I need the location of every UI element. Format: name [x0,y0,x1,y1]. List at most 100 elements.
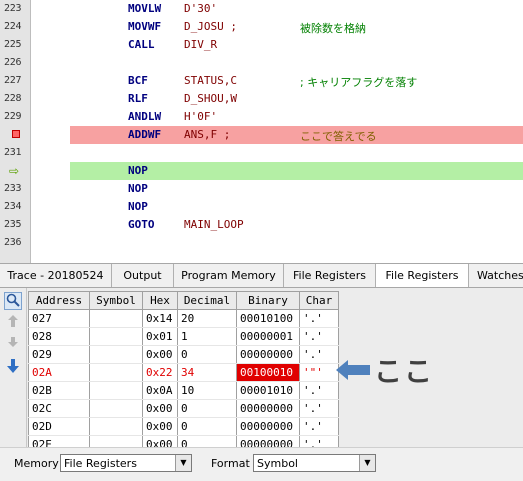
tab-file-registers[interactable]: File Registers [284,264,376,287]
table-row[interactable]: 029 0x00 0 00000000 '.' [28,345,339,364]
code-editor[interactable]: 223 MOVLW D'30' 224 MOVWF D_JOSU ; 被除数を格… [0,0,523,263]
current-line[interactable]: ⇨ NOP [0,162,523,180]
column-header-symbol[interactable]: Symbol [89,291,143,310]
chevron-down-icon[interactable]: ▼ [175,455,191,471]
cell-binary[interactable]: 00000000 [236,399,300,418]
line-gutter: 235 [0,216,31,234]
line-gutter [0,252,31,263]
cell-decimal[interactable]: 0 [177,417,237,436]
cell-address: 02A [28,363,90,382]
code-line[interactable]: 231 [0,144,523,162]
line-number: 224 [4,21,22,32]
cell-decimal[interactable]: 34 [177,363,237,382]
cell-binary[interactable]: 00001010 [236,381,300,400]
format-select[interactable]: Symbol ▼ [253,454,376,472]
code-comment: ここで答えでる [300,130,377,143]
code-line[interactable]: 235 GOTO MAIN_LOOP [0,216,523,234]
cell-hex[interactable]: 0x00 [142,417,178,436]
cell-decimal[interactable]: 1 [177,327,237,346]
code-line[interactable]: 236 [0,234,523,252]
table-row[interactable]: 02D 0x00 0 00000000 '.' [28,417,339,436]
table-row[interactable]: 02C 0x00 0 00000000 '.' [28,399,339,418]
cell-decimal[interactable]: 0 [177,399,237,418]
cell-binary[interactable]: 00000000 [236,417,300,436]
cell-decimal[interactable]: 20 [177,309,237,328]
cell-binary-selected[interactable]: 00100010 [236,363,300,382]
cell-char[interactable]: '.' [299,345,339,364]
tab-output[interactable]: Output [112,264,174,287]
code-line[interactable]: 224 MOVWF D_JOSU ; 被除数を格納 [0,18,523,36]
column-header-char[interactable]: Char [299,291,339,310]
memory-select[interactable]: File Registers ▼ [60,454,192,472]
column-header-binary[interactable]: Binary [236,291,300,310]
cell-decimal[interactable]: 0 [177,345,237,364]
memory-label: Memory [14,457,59,470]
cell-char[interactable]: '.' [299,381,339,400]
cell-hex[interactable]: 0x14 [142,309,178,328]
line-number: 228 [4,93,22,104]
cell-hex[interactable]: 0x00 [142,399,178,418]
line-gutter: 226 [0,54,31,72]
cell-binary[interactable]: 00010100 [236,309,300,328]
breakpoint-icon[interactable] [12,130,20,138]
code-line[interactable]: 225 CALL DIV_R [0,36,523,54]
code-line[interactable]: 228 RLF D_SHOU,W [0,90,523,108]
cell-binary[interactable]: 00000000 [236,345,300,364]
opcode: GOTO [128,218,155,231]
operand: ANS,F ; [184,128,231,141]
line-number: 226 [4,57,22,68]
operand: H'0F' [184,110,218,123]
table-row[interactable]: 027 0x14 20 00010100 '.' [28,309,339,328]
file-registers-panel: Address Symbol Hex Decimal Binary Char 0… [0,288,523,454]
cell-char[interactable]: '.' [299,417,339,436]
up-arrow-icon[interactable] [4,314,22,332]
file-registers-table[interactable]: Address Symbol Hex Decimal Binary Char 0… [28,291,339,454]
tab-trace[interactable]: Trace - 20180524 [0,264,112,287]
opcode: NOP [128,164,148,177]
chevron-down-icon[interactable]: ▼ [359,455,375,471]
column-header-decimal[interactable]: Decimal [177,291,237,310]
cell-hex[interactable]: 0x22 [142,363,178,382]
line-number: 223 [4,3,22,14]
cell-address: 028 [28,327,90,346]
search-icon[interactable] [4,292,22,310]
table-row[interactable]: 02B 0x0A 10 00001010 '.' [28,381,339,400]
cell-hex[interactable]: 0x01 [142,327,178,346]
cell-symbol [89,363,143,382]
code-line[interactable]: 233 NOP [0,180,523,198]
code-line[interactable]: 223 MOVLW D'30' [0,0,523,18]
opcode: NOP [128,182,148,195]
line-gutter: 223 [0,0,31,18]
table-row-changed[interactable]: 02A 0x22 34 00100010 '"' [28,363,339,382]
step-arrow-icon[interactable] [4,336,22,354]
cell-binary[interactable]: 00000001 [236,327,300,346]
code-line[interactable]: 227 BCF STATUS,C ; キャリアフラグを落す [0,72,523,90]
column-header-hex[interactable]: Hex [142,291,178,310]
breakpoint-line[interactable]: ADDWF ANS,F ; ここで答えでる [0,126,523,144]
operand: D_SHOU,W [184,92,237,105]
code-comment: ; キャリアフラグを落す [300,76,418,89]
tab-program-memory[interactable]: Program Memory [174,264,284,287]
cell-decimal[interactable]: 10 [177,381,237,400]
cell-char[interactable]: '.' [299,327,339,346]
code-line[interactable]: 234 NOP [0,198,523,216]
cell-char[interactable]: '"' [299,363,339,382]
line-number: 227 [4,75,22,86]
column-header-address[interactable]: Address [28,291,90,310]
code-line[interactable]: 229 ANDLW H'0F' [0,108,523,126]
line-number: 231 [4,147,22,158]
opcode: BCF [128,74,148,87]
tab-watches[interactable]: Watches [469,264,523,287]
table-row[interactable]: 028 0x01 1 00000001 '.' [28,327,339,346]
operand: DIV_R [184,38,218,51]
cell-char[interactable]: '.' [299,309,339,328]
tab-file-registers-active[interactable]: File Registers [376,264,469,287]
cell-hex[interactable]: 0x00 [142,345,178,364]
line-gutter[interactable] [0,126,31,144]
cell-hex[interactable]: 0x0A [142,381,178,400]
line-number: 236 [4,237,22,248]
code-comment: 被除数を格納 [300,22,366,35]
code-line[interactable]: 226 [0,54,523,72]
down-arrow-icon[interactable] [4,358,22,376]
cell-char[interactable]: '.' [299,399,339,418]
